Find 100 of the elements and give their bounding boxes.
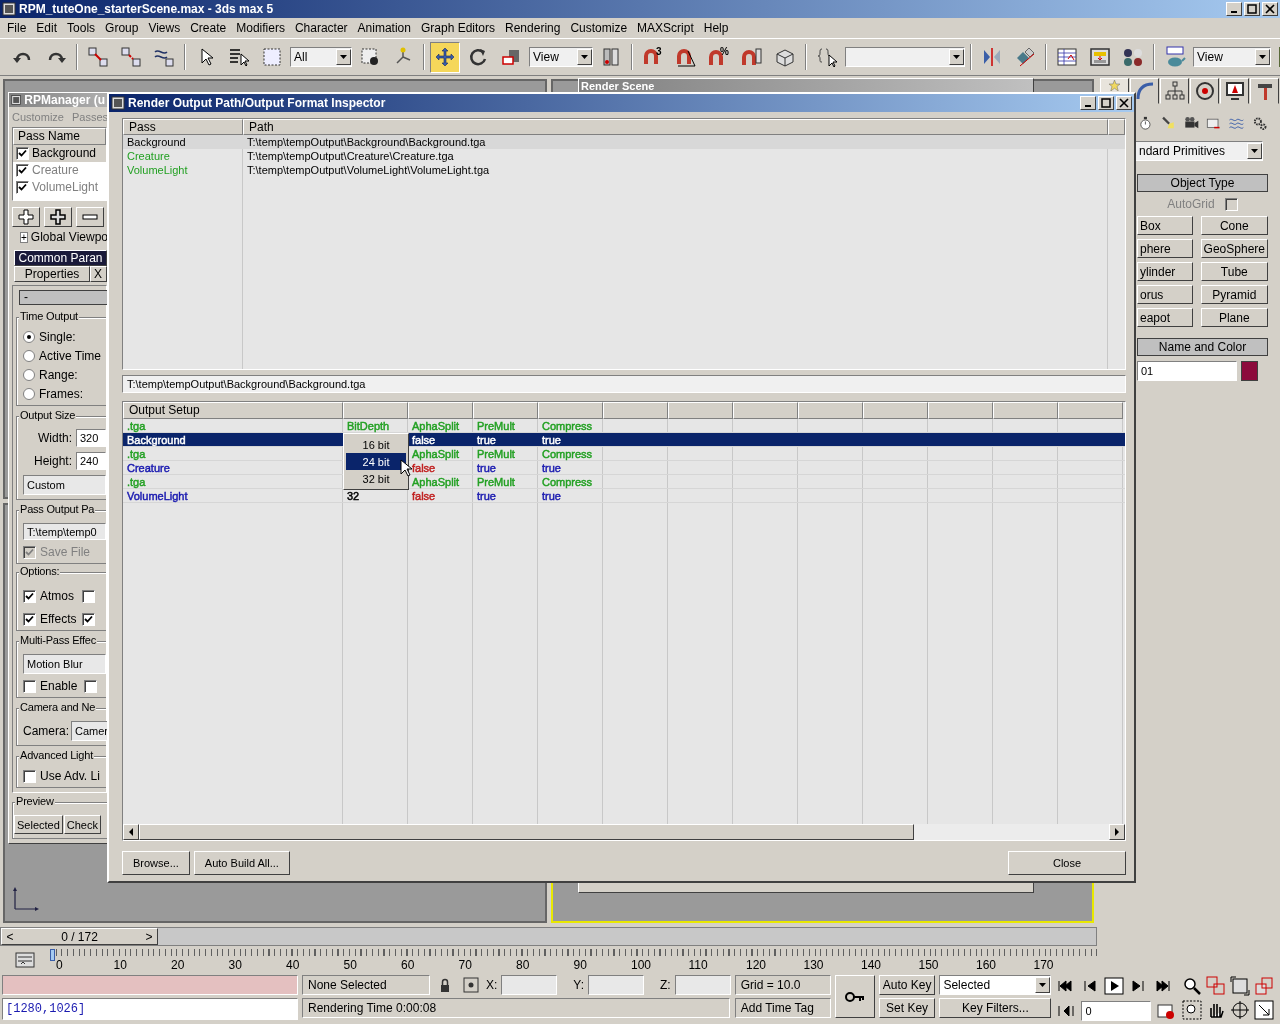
coordinate-field[interactable]: [1280,1026]: [2, 998, 298, 1020]
rollout-header[interactable]: Object Type: [1137, 174, 1268, 192]
prompt-field[interactable]: [2, 975, 298, 995]
column-header[interactable]: [1058, 402, 1123, 419]
checkbox[interactable]: [23, 679, 36, 693]
menu-option[interactable]: 24 bit: [346, 453, 406, 470]
add-time-tag[interactable]: Add Time Tag: [734, 998, 831, 1018]
grid-cell[interactable]: 32: [347, 489, 360, 503]
column-header[interactable]: [538, 402, 603, 419]
object-type-button[interactable]: Tube: [1200, 262, 1268, 281]
menu-item[interactable]: Customize: [565, 21, 633, 35]
selection-filter-dropdown[interactable]: All: [290, 47, 352, 67]
object-type-button[interactable]: Box: [1137, 216, 1193, 235]
grid-cell[interactable]: Background: [127, 433, 186, 447]
grid-cell[interactable]: true: [477, 489, 496, 503]
z-field[interactable]: [674, 975, 731, 995]
key-mode-dropdown[interactable]: Selected: [939, 975, 1052, 995]
menu-item[interactable]: Graph Editors: [416, 21, 501, 35]
set-key-button[interactable]: Set Key: [878, 998, 936, 1018]
column-header[interactable]: [603, 402, 668, 419]
radio-button[interactable]: [23, 331, 35, 343]
menu-item[interactable]: Animation: [352, 21, 416, 35]
rollout-header[interactable]: Name and Color: [1137, 338, 1268, 356]
camera-dropdown[interactable]: Camer: [71, 721, 107, 741]
grid-cell[interactable]: true: [477, 433, 496, 447]
width-field[interactable]: 320: [76, 429, 106, 447]
add-multiple-button[interactable]: [44, 207, 72, 227]
grid-cell[interactable]: true: [542, 461, 561, 475]
grid-cell[interactable]: VolumeLight: [127, 489, 188, 503]
grid-cell[interactable]: false: [412, 489, 436, 503]
tab[interactable]: X: [90, 266, 107, 282]
object-type-button[interactable]: phere: [1137, 239, 1193, 258]
auto-key-button[interactable]: Auto Key: [878, 975, 936, 995]
column-header[interactable]: Pass Name: [13, 127, 106, 145]
column-header[interactable]: Path: [243, 119, 1108, 135]
checkbox[interactable]: [82, 589, 95, 603]
tab[interactable]: Properties: [14, 266, 90, 282]
hammer-tab[interactable]: [1250, 78, 1279, 104]
radio-button[interactable]: [23, 388, 35, 400]
maximize-button[interactable]: [1098, 96, 1114, 110]
add-button[interactable]: [12, 207, 40, 227]
scroll-left-button[interactable]: [123, 824, 139, 840]
next-frame-button[interactable]: >: [141, 929, 157, 944]
named-selection-field[interactable]: [845, 47, 965, 67]
checkbox[interactable]: [16, 146, 29, 160]
previous-frame-button[interactable]: <: [2, 929, 18, 944]
menu-item[interactable]: Edit: [31, 21, 63, 35]
move-button[interactable]: [430, 41, 460, 73]
color-swatch[interactable]: [1241, 361, 1258, 381]
column-header[interactable]: Pass: [123, 119, 243, 135]
menu-item[interactable]: Rendering: [500, 21, 566, 35]
minimize-button[interactable]: [1080, 96, 1096, 110]
curve-tab[interactable]: [1130, 78, 1159, 104]
transform-mode-button[interactable]: [460, 975, 482, 995]
column-header[interactable]: [343, 402, 408, 419]
menu-item[interactable]: Group: [100, 21, 144, 35]
effect-dropdown[interactable]: Motion Blur: [23, 654, 106, 674]
preset-dropdown[interactable]: Custom: [23, 475, 106, 495]
checkbox[interactable]: [23, 589, 36, 603]
close-button[interactable]: [1262, 2, 1278, 16]
name-field[interactable]: 01: [1137, 361, 1237, 381]
column-header[interactable]: Output Setup: [123, 402, 343, 419]
render-view-dropdown[interactable]: View: [1193, 47, 1271, 67]
key-filters-button[interactable]: Key Filters...: [939, 998, 1052, 1018]
menu-item[interactable]: Modifiers: [231, 21, 290, 35]
horizontal-scrollbar[interactable]: [123, 824, 1125, 840]
column-header[interactable]: [408, 402, 473, 419]
grid-cell[interactable]: false: [412, 433, 436, 447]
tab[interactable]: Common Paran: [14, 250, 107, 266]
dialog-button[interactable]: Browse...: [122, 851, 190, 875]
wheel-tab[interactable]: [1190, 78, 1219, 104]
table-row[interactable]: VolumeLight T:\temp\tempOutput\VolumeLight\VolumeLight.tga: [123, 163, 1125, 177]
object-type-button[interactable]: GeoSphere: [1200, 239, 1268, 258]
minimize-button[interactable]: [1226, 2, 1242, 16]
column-header[interactable]: [798, 402, 863, 419]
grid-cell[interactable]: Creature: [127, 461, 170, 475]
object-type-button[interactable]: orus: [1137, 285, 1193, 304]
object-type-button[interactable]: Cone: [1200, 216, 1268, 235]
column-header[interactable]: [993, 402, 1058, 419]
y-field[interactable]: [588, 975, 645, 995]
menu-item[interactable]: MAXScript: [632, 21, 699, 35]
height-field[interactable]: 240: [76, 452, 106, 470]
checkbox[interactable]: [23, 612, 36, 626]
frame-marker[interactable]: [50, 949, 55, 961]
object-type-button[interactable]: Pyramid: [1200, 285, 1268, 304]
object-type-button[interactable]: eapot: [1137, 308, 1193, 327]
coordinate-dropdown[interactable]: View: [529, 47, 593, 67]
column-header[interactable]: [733, 402, 798, 419]
expand-button[interactable]: +: [20, 231, 28, 243]
time-slider[interactable]: < 0 / 172 >: [0, 927, 1097, 946]
frame-field[interactable]: 0: [1081, 1001, 1152, 1021]
checkbox[interactable]: [23, 769, 36, 783]
remove-button[interactable]: [76, 207, 104, 227]
output-path-field[interactable]: T:\temp\temp0: [23, 523, 106, 540]
grid-cell[interactable]: true: [542, 433, 561, 447]
hierarchy-tab[interactable]: [1160, 78, 1189, 104]
object-type-button[interactable]: ylinder: [1137, 262, 1193, 281]
scroll-right-button[interactable]: [1109, 824, 1125, 840]
radio-button[interactable]: [23, 350, 35, 362]
dialog-button[interactable]: Auto Build All...: [193, 851, 290, 875]
